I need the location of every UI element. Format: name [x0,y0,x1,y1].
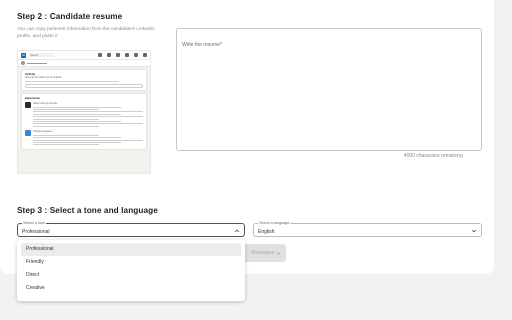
linkedin-experience-box: Experience Sales Lifelong Lifestyle Soft… [21,92,147,150]
linkedin-activity-line: About to the public eye of LinkedIn [25,76,62,79]
language-select-value: English [258,228,275,235]
linkedin-search-label: Search [30,53,39,57]
linkedin-nav-icons [98,53,147,57]
tone-option-direct[interactable]: Direct [21,269,241,282]
linkedin-logo-icon: in [21,52,26,58]
linkedin-experience-item: Software Engineer [25,130,143,147]
linkedin-search-box: Search [29,53,55,57]
characters-remaining: 4000 characters remaining [403,153,463,159]
resume-textarea[interactable]: Write the resume* [176,28,482,151]
step2-hint: You can copy pertinent information from … [17,27,155,39]
linkedin-experience-title: Experience [25,95,40,100]
tone-option-friendly[interactable]: Friendly [21,256,241,269]
linkedin-profile-strip [18,60,150,67]
sparkle-icon [276,250,281,256]
tone-select-value: Professional [22,228,50,235]
linkedin-top-bar: in Search [18,51,150,60]
chevron-down-icon [471,229,477,232]
linkedin-profile-example-image: in Search Activity About to the public e… [17,50,151,174]
avatar [21,61,25,65]
company-logo-icon [25,101,31,108]
tone-dropdown-menu: Professional Friendly Direct Creative [17,240,245,301]
tone-option-creative[interactable]: Creative [21,282,241,295]
linkedin-job-title: Sales Lifelong Lifestyle [33,101,58,105]
form-card: Step 2 : Candidate resume You can copy p… [0,0,494,274]
generate-button-label: Messages [251,250,274,256]
company-logo-icon [25,130,31,137]
chevron-up-icon [234,229,240,232]
tone-select[interactable]: Select a tone Professional [17,221,245,237]
language-select[interactable]: Select a language English [253,221,482,237]
generate-messages-button[interactable]: Messages [240,244,286,262]
language-select-label: Select a language [258,221,291,225]
linkedin-experience-item: Sales Lifelong Lifestyle [25,101,143,128]
linkedin-job-title: Software Engineer [33,130,53,134]
tone-option-professional[interactable]: Professional [21,243,241,256]
linkedin-activity-box: Activity About to the public eye of Link… [21,69,147,91]
resume-placeholder: Write the resume* [182,42,222,48]
required-mark: * [219,42,222,48]
linkedin-show-all-button [25,83,143,88]
step3-title: Step 3 : Select a tone and language [17,206,158,215]
step2-title: Step 2 : Candidate resume [17,12,123,21]
tone-select-label: Select a tone [22,221,47,225]
